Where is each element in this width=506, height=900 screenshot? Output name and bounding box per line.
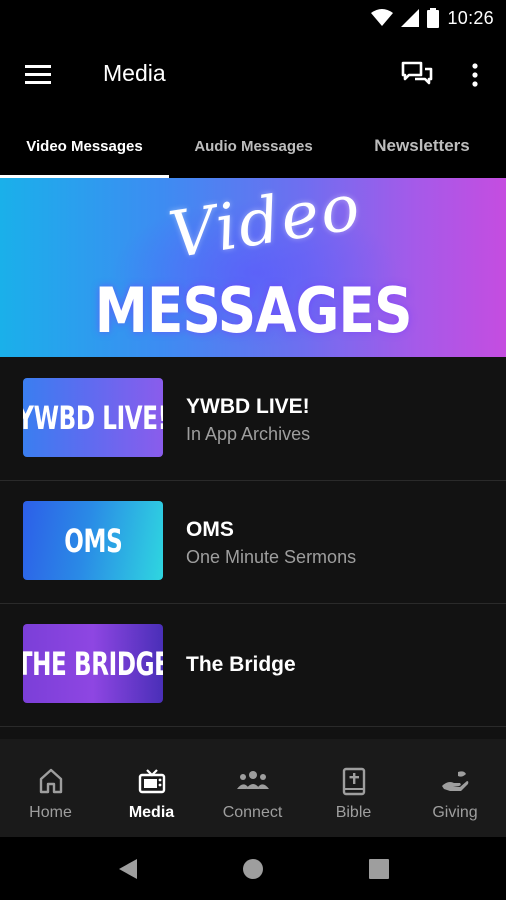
home-icon: [39, 768, 62, 794]
nav-label-giving: Giving: [432, 804, 478, 821]
nav-media[interactable]: Media: [101, 739, 202, 837]
chat-icon[interactable]: [400, 58, 434, 92]
nav-bible[interactable]: Bible: [303, 739, 404, 837]
nav-label-connect: Connect: [222, 804, 283, 821]
system-nav-bar: [0, 837, 506, 900]
tab-audio-messages[interactable]: Audio Messages: [169, 114, 338, 178]
bottom-nav: Home Media Connect Bible Giving: [0, 739, 506, 837]
bible-icon: [342, 767, 365, 796]
nav-home[interactable]: Home: [0, 739, 101, 837]
back-icon[interactable]: [113, 854, 143, 884]
more-vert-icon[interactable]: [462, 58, 488, 92]
list-item-ywbd-live[interactable]: YWBD LIVE! YWBD LIVE! In App Archives: [0, 357, 506, 481]
battery-icon: [427, 8, 440, 28]
home-circle-icon[interactable]: [238, 854, 268, 884]
list-item-the-bridge[interactable]: THE BRIDGE The Bridge: [0, 603, 506, 727]
banner-title: MESSAGES: [94, 274, 413, 347]
thumbnail: YWBD LIVE!: [23, 378, 163, 457]
media-tabs: Video Messages Audio Messages Newsletter…: [0, 114, 506, 178]
banner-title-wrap: MESSAGES: [0, 274, 506, 347]
nav-label-bible: Bible: [335, 804, 372, 821]
hand-giving-icon: [442, 771, 469, 791]
list-item-partial[interactable]: [0, 726, 506, 739]
tv-icon: [138, 769, 165, 794]
tab-video-messages[interactable]: Video Messages: [0, 114, 169, 178]
tab-newsletters[interactable]: Newsletters: [338, 114, 506, 178]
item-title: The Bridge: [186, 653, 296, 676]
thumbnail: THE BRIDGE: [23, 624, 163, 703]
item-title: OMS: [186, 518, 234, 541]
wifi-icon: [371, 9, 394, 26]
app-bar: Media: [0, 36, 506, 114]
thumbnail-text: THE BRIDGE: [23, 644, 163, 683]
nav-label-home: Home: [29, 804, 72, 821]
thumbnail: OMS: [23, 501, 163, 580]
app-title: Media: [103, 60, 166, 86]
people-icon: [236, 771, 269, 789]
status-time: 10:26: [447, 7, 494, 28]
menu-icon[interactable]: [22, 60, 56, 90]
signal-icon: [401, 9, 420, 27]
recents-icon[interactable]: [364, 854, 394, 884]
nav-connect[interactable]: Connect: [202, 739, 303, 837]
media-list: YWBD LIVE! YWBD LIVE! In App Archives OM…: [0, 357, 506, 739]
item-subtitle: One Minute Sermons: [186, 547, 357, 567]
status-bar: 10:26: [0, 0, 506, 36]
thumbnail-text: YWBD LIVE!: [23, 398, 163, 437]
item-title: YWBD LIVE!: [186, 395, 310, 418]
status-icons: 10:26: [371, 6, 494, 30]
item-subtitle: In App Archives: [186, 424, 311, 444]
nav-label-media: Media: [128, 804, 175, 821]
thumbnail-text: OMS: [63, 521, 123, 560]
video-messages-banner: Video MESSAGES: [0, 178, 506, 357]
list-item-oms[interactable]: OMS OMS One Minute Sermons: [0, 480, 506, 604]
nav-giving[interactable]: Giving: [404, 739, 506, 837]
